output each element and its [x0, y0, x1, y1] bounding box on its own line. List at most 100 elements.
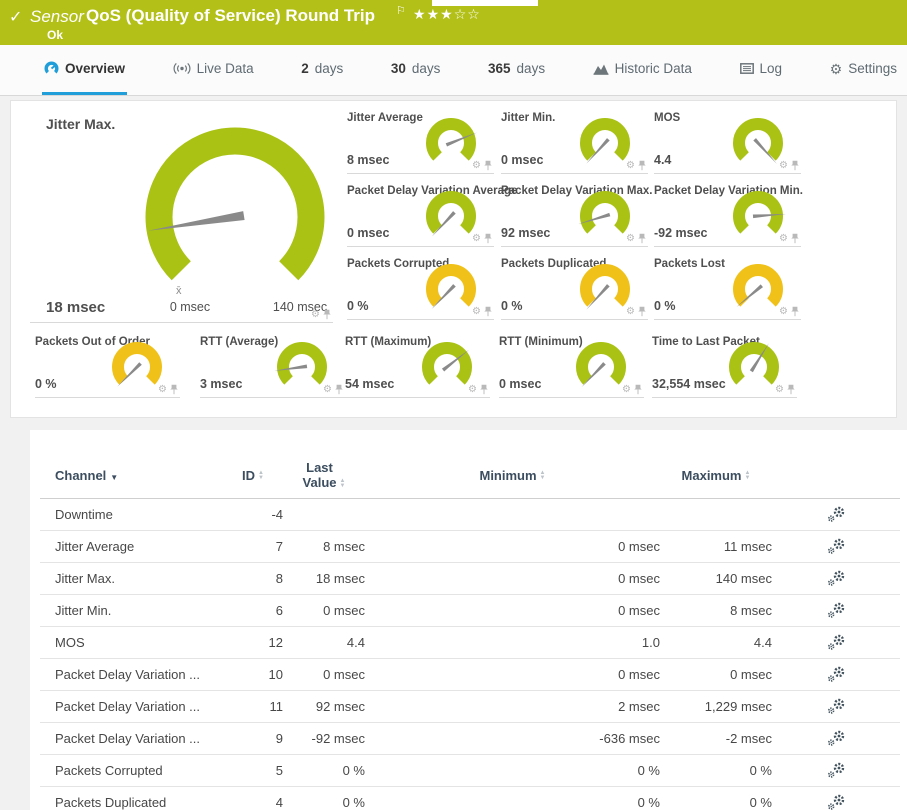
pin-icon[interactable]: [791, 306, 799, 317]
gauge-title: Jitter Min.: [501, 112, 555, 124]
column-header-last-value[interactable]: LastValue▲▼: [283, 460, 365, 490]
gauge-gear-icon[interactable]: ⚙: [626, 234, 635, 244]
last-value-cell: 0 msec: [283, 603, 365, 618]
last-value-cell: 0 %: [283, 795, 365, 810]
star-icon-empty[interactable]: ☆: [454, 6, 468, 22]
star-icon-empty[interactable]: ☆: [467, 6, 481, 22]
pin-icon[interactable]: [638, 306, 646, 317]
gauge-cell-actions: ⚙: [468, 384, 488, 395]
channel-settings-icon[interactable]: [827, 730, 846, 747]
gauge-gear-icon[interactable]: ⚙: [779, 234, 788, 244]
table-header-row: Channel▼ID▲▼LastValue▲▼Minimum▲▼Maximum▲…: [40, 452, 900, 499]
gauge-title: Jitter Max.: [46, 116, 115, 132]
pin-icon[interactable]: [323, 309, 331, 320]
tab-overview[interactable]: Overview: [42, 45, 127, 95]
channels-table-panel: Channel▼ID▲▼LastValue▲▼Minimum▲▼Maximum▲…: [30, 430, 907, 810]
row-actions: [772, 698, 900, 715]
chart-icon: [593, 63, 609, 75]
gauge-cell-actions: ⚙: [626, 306, 646, 317]
gauge-value: 0 %: [35, 377, 57, 391]
gauge-cell-actions: ⚙: [472, 306, 492, 317]
pin-icon[interactable]: [170, 384, 178, 395]
channel-settings-icon[interactable]: [827, 762, 846, 779]
pin-icon[interactable]: [787, 384, 795, 395]
id-cell: 12: [223, 635, 283, 650]
last-value-cell: 0 %: [283, 763, 365, 778]
channel-settings-icon[interactable]: [827, 634, 846, 651]
gauge-gear-icon[interactable]: ⚙: [779, 161, 788, 171]
gauge-cell-jitter-min: Jitter Min. 0 msec ⚙: [501, 101, 648, 174]
gauge-gear-icon[interactable]: ⚙: [622, 385, 631, 395]
id-cell: 7: [223, 539, 283, 554]
gauge-gear-icon[interactable]: ⚙: [472, 234, 481, 244]
gauge-gear-icon[interactable]: ⚙: [779, 307, 788, 317]
channel-settings-icon[interactable]: [827, 506, 846, 523]
gauge-title: Packets Lost: [654, 258, 725, 270]
gauge-gear-icon[interactable]: ⚙: [775, 385, 784, 395]
maximum-cell: 140 msec: [660, 571, 772, 586]
gauge-gear-icon[interactable]: ⚙: [626, 161, 635, 171]
star-icon-filled[interactable]: ★: [413, 6, 427, 22]
tab-settings[interactable]: ⚙Settings: [828, 45, 899, 95]
gauge-gear-icon[interactable]: ⚙: [158, 385, 167, 395]
pin-icon[interactable]: [638, 160, 646, 171]
channel-settings-icon[interactable]: [827, 602, 846, 619]
pin-icon[interactable]: [791, 160, 799, 171]
gauge-cell-actions: ⚙: [779, 306, 799, 317]
flag-icon[interactable]: ⚐: [396, 4, 406, 17]
tab-log[interactable]: Log: [738, 45, 785, 95]
gauge-value: 0 msec: [347, 226, 389, 240]
pin-icon[interactable]: [634, 384, 642, 395]
sort-icon[interactable]: ▲▼: [258, 471, 264, 481]
gauge-gear-icon[interactable]: ⚙: [323, 385, 332, 395]
gauge-gear-icon[interactable]: ⚙: [311, 310, 320, 320]
tab-2-days[interactable]: 2days: [299, 45, 345, 95]
pin-icon[interactable]: [484, 306, 492, 317]
sort-icon[interactable]: ▲▼: [745, 471, 751, 481]
star-icon-filled[interactable]: ★: [427, 6, 441, 22]
row-actions: [772, 794, 900, 810]
pin-icon[interactable]: [484, 233, 492, 244]
channel-cell: Packets Corrupted: [40, 763, 223, 778]
column-header-channel[interactable]: Channel▼: [40, 468, 223, 483]
pin-icon[interactable]: [484, 160, 492, 171]
gauge-gear-icon[interactable]: ⚙: [468, 385, 477, 395]
gauge-value: 54 msec: [345, 377, 394, 391]
channel-settings-icon[interactable]: [827, 794, 846, 810]
gauge-gear-icon[interactable]: ⚙: [472, 307, 481, 317]
column-header-minimum[interactable]: Minimum▲▼: [365, 468, 660, 483]
tab-historic-data[interactable]: Historic Data: [591, 45, 694, 95]
column-header-id[interactable]: ID▲▼: [223, 468, 283, 483]
table-row: Packets Corrupted50 %0 %0 %: [40, 755, 900, 787]
last-value-cell: 92 msec: [283, 699, 365, 714]
gauge-gear-icon[interactable]: ⚙: [472, 161, 481, 171]
tab-30-days[interactable]: 30days: [389, 45, 443, 95]
tab-365-days[interactable]: 365days: [486, 45, 547, 95]
star-icon-filled[interactable]: ★: [440, 6, 454, 22]
channel-settings-icon[interactable]: [827, 666, 846, 683]
column-header-maximum-label: Maximum: [682, 468, 742, 483]
id-cell: -4: [223, 507, 283, 522]
gauge-value: 32,554 msec: [652, 377, 726, 391]
channel-settings-icon[interactable]: [827, 570, 846, 587]
pin-icon[interactable]: [791, 233, 799, 244]
gauge-cell-rtt-average: RTT (Average)3 msec⚙: [200, 325, 345, 398]
column-header-maximum[interactable]: Maximum▲▼: [660, 468, 772, 483]
sort-icon[interactable]: ▲▼: [540, 471, 546, 481]
channel-settings-icon[interactable]: [827, 698, 846, 715]
maximum-cell: 0 msec: [660, 667, 772, 682]
gauge-cell-rtt-minimum: RTT (Minimum)0 msec⚙: [499, 325, 644, 398]
tab-live-data[interactable]: Live Data: [171, 45, 256, 95]
gauge-gear-icon[interactable]: ⚙: [626, 307, 635, 317]
priority-rating[interactable]: ★★★☆☆: [413, 6, 481, 23]
pin-icon[interactable]: [638, 233, 646, 244]
gauge-value: 18 msec: [46, 299, 105, 316]
gauge-value: 0 msec: [501, 153, 543, 167]
channel-settings-icon[interactable]: [827, 538, 846, 555]
pin-icon[interactable]: [335, 384, 343, 395]
sort-icon[interactable]: ▲▼: [340, 479, 346, 489]
maximum-cell: 0 %: [660, 763, 772, 778]
gauge-value: 0 %: [501, 299, 523, 313]
minimum-cell: 0 msec: [365, 603, 660, 618]
pin-icon[interactable]: [480, 384, 488, 395]
